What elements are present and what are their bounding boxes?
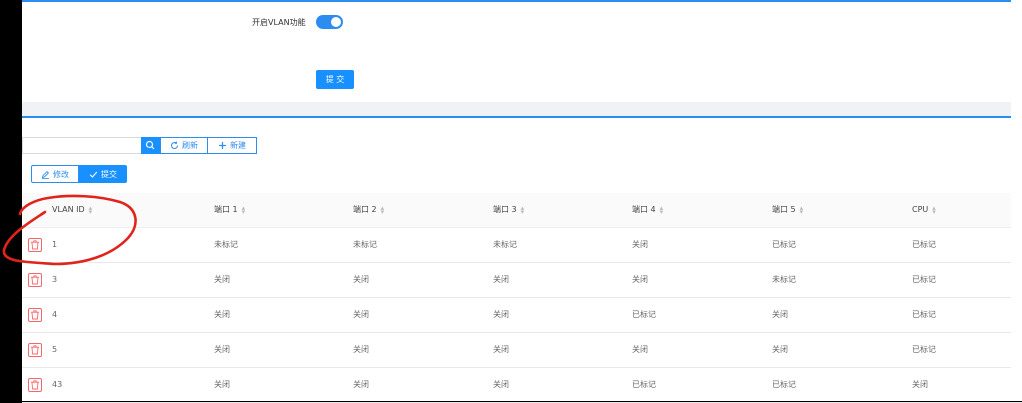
cell-cpu: 已标记 [912, 240, 936, 249]
cell-port-1: 关闭 [214, 275, 230, 284]
table-body: 1 未标记 未标记 未标记 关闭 已标记 已标记 3 关闭 关闭 关闭 关闭 未标记 已标记 4 关闭 关闭 关闭… [22, 228, 1022, 403]
delete-button[interactable] [28, 308, 42, 322]
trash-icon [31, 345, 39, 355]
cell-port-2: 关闭 [353, 380, 369, 389]
table-submit-label: 提交 [101, 169, 117, 179]
edit-icon [41, 170, 50, 179]
cell-cpu: 已标记 [912, 345, 936, 354]
cell-vlan-id: 43 [52, 380, 63, 389]
scrollbar-track[interactable] [1011, 0, 1022, 401]
delete-button[interactable] [28, 238, 42, 252]
cell-port-3: 未标记 [493, 240, 517, 249]
refresh-button[interactable]: 刷新 [160, 137, 208, 154]
table-row[interactable]: 4 关闭 关闭 关闭 已标记 关闭 已标记 [22, 298, 1022, 333]
cell-cpu: 已标记 [912, 275, 936, 284]
table-submit-button[interactable]: 提交 [79, 165, 127, 183]
cell-port-2: 未标记 [353, 240, 377, 249]
cell-port-5: 未标记 [772, 275, 796, 284]
new-label: 新建 [230, 141, 246, 150]
cell-port-1: 关闭 [214, 310, 230, 319]
trash-icon [31, 380, 39, 390]
table-header: VLAN ID ▴ ▾ 端口 1 ▴ ▾ 端口 2 ▴ ▾ 端口 3 ▴ ▾ 端口 4 ▴ ▾ 端口… [22, 193, 1022, 228]
cell-port-4: 已标记 [632, 380, 656, 389]
cell-vlan-id: 1 [52, 240, 58, 249]
cell-port-3: 关闭 [493, 345, 509, 354]
table-row[interactable]: 3 关闭 关闭 关闭 关闭 未标记 已标记 [22, 263, 1022, 298]
switch-knob [331, 17, 341, 27]
cell-port-5: 已标记 [772, 240, 796, 249]
cell-port-3: 关闭 [493, 275, 509, 284]
sort-icon[interactable]: ▴ ▾ [242, 204, 246, 215]
cell-cpu: 已标记 [912, 310, 936, 319]
column-header-port-2[interactable]: 端口 2 ▴ ▾ [353, 193, 384, 227]
cell-port-4: 关闭 [632, 240, 648, 249]
cell-port-2: 关闭 [353, 345, 369, 354]
column-header-port-3[interactable]: 端口 3 ▴ ▾ [493, 193, 524, 227]
search-button[interactable] [141, 137, 160, 154]
edit-button[interactable]: 修改 [31, 165, 79, 183]
cell-port-2: 关闭 [353, 310, 369, 319]
sort-icon[interactable]: ▴ ▾ [932, 204, 936, 215]
cell-vlan-id: 4 [52, 310, 58, 319]
cell-port-2: 关闭 [353, 275, 369, 284]
delete-button[interactable] [28, 273, 42, 287]
column-header-port-5[interactable]: 端口 5 ▴ ▾ [772, 193, 803, 227]
trash-icon [31, 275, 39, 285]
vlan-table: VLAN ID ▴ ▾ 端口 1 ▴ ▾ 端口 2 ▴ ▾ 端口 3 ▴ ▾ 端口 4 ▴ ▾ 端口… [22, 193, 1022, 403]
table-row[interactable]: 43 关闭 关闭 关闭 已标记 已标记 关闭 [22, 368, 1022, 403]
cell-port-5: 已标记 [772, 380, 796, 389]
cell-port-4: 已标记 [632, 310, 656, 319]
vlan-enable-label: 开启VLAN功能 [252, 18, 306, 27]
sort-icon[interactable]: ▴ ▾ [800, 204, 804, 215]
edit-label: 修改 [53, 169, 69, 179]
cell-port-3: 关闭 [493, 310, 509, 319]
vlan-table-panel: 刷新 新建 修改 提交 VLAN ID ▴ ▾ 端口 1 ▴ ▾ 端口 2 ▴ … [22, 116, 1022, 403]
cell-port-4: 关闭 [632, 275, 648, 284]
table-row[interactable]: 1 未标记 未标记 未标记 关闭 已标记 已标记 [22, 228, 1022, 263]
cell-port-1: 关闭 [214, 380, 230, 389]
vlan-settings-panel: 开启VLAN功能 提 交 [22, 0, 1022, 102]
cell-port-5: 关闭 [772, 310, 788, 319]
cell-port-3: 关闭 [493, 380, 509, 389]
plus-icon [219, 142, 226, 149]
sort-icon[interactable]: ▴ ▾ [89, 204, 93, 215]
delete-button[interactable] [28, 343, 42, 357]
column-header-cpu[interactable]: CPU ▴ ▾ [912, 193, 936, 227]
new-button[interactable]: 新建 [208, 137, 257, 154]
vlan-enable-switch[interactable] [316, 15, 343, 29]
refresh-icon [171, 141, 178, 149]
page: 开启VLAN功能 提 交 刷新 新建 修改 提交 VLAN ID ▴ ▾ 端口 … [22, 0, 1022, 403]
column-header-vlan-id[interactable]: VLAN ID ▴ ▾ [52, 193, 92, 227]
settings-submit-button[interactable]: 提 交 [316, 70, 354, 89]
cell-cpu: 关闭 [912, 380, 928, 389]
cell-port-5: 关闭 [772, 345, 788, 354]
sort-icon[interactable]: ▴ ▾ [660, 204, 664, 215]
column-header-port-1[interactable]: 端口 1 ▴ ▾ [214, 193, 245, 227]
search-icon [145, 140, 155, 150]
search-input[interactable] [22, 137, 141, 154]
column-header-port-4[interactable]: 端口 4 ▴ ▾ [632, 193, 663, 227]
cell-vlan-id: 5 [52, 345, 58, 354]
cell-port-4: 关闭 [632, 345, 648, 354]
cell-vlan-id: 3 [52, 275, 58, 284]
sort-icon[interactable]: ▴ ▾ [521, 204, 525, 215]
delete-button[interactable] [28, 378, 42, 392]
table-row[interactable]: 5 关闭 关闭 关闭 关闭 关闭 已标记 [22, 333, 1022, 368]
check-icon [89, 171, 98, 178]
cell-port-1: 关闭 [214, 345, 230, 354]
trash-icon [31, 310, 39, 320]
refresh-label: 刷新 [182, 141, 198, 150]
trash-icon [31, 240, 39, 250]
cell-port-1: 未标记 [214, 240, 238, 249]
sort-icon[interactable]: ▴ ▾ [381, 204, 385, 215]
